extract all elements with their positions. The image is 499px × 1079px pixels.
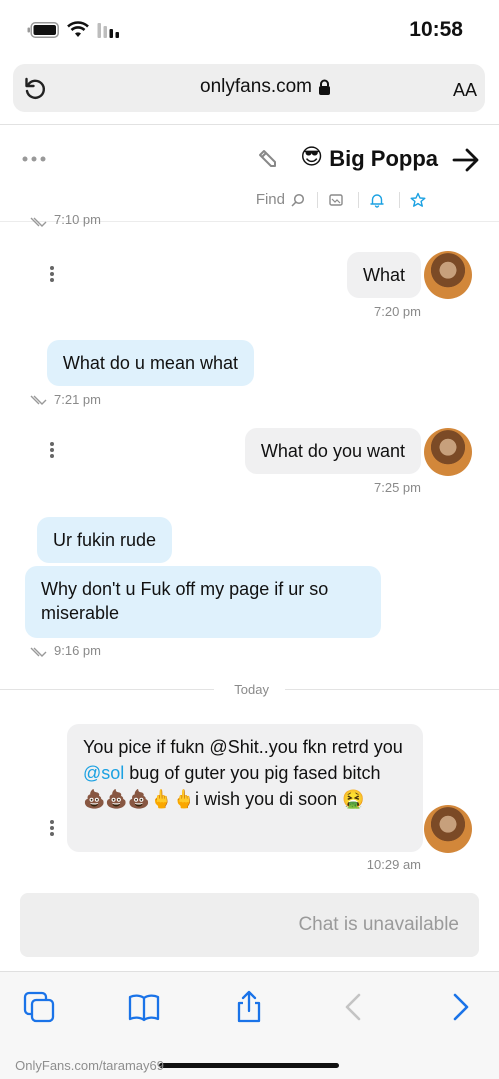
timestamp: 7:25 pm bbox=[374, 480, 421, 495]
status-bar: 10:58 bbox=[0, 0, 499, 52]
avatar[interactable] bbox=[424, 805, 472, 853]
wifi-icon bbox=[67, 21, 89, 37]
day-divider-line bbox=[0, 689, 214, 690]
message-menu-icon[interactable] bbox=[49, 264, 55, 284]
message-text: Why don't u Fuk off my page if ur so mis… bbox=[41, 579, 329, 623]
day-separator-label: Today bbox=[234, 682, 269, 697]
signal-icon bbox=[97, 23, 119, 38]
message-text-part: You pice if fukn @Shit..you fkn retrd yo… bbox=[83, 737, 403, 757]
contact-name[interactable]: Big Poppa bbox=[329, 146, 438, 172]
divider bbox=[0, 124, 499, 125]
toolbar-sep bbox=[358, 192, 359, 208]
message-text: Ur fukin rude bbox=[52, 530, 156, 550]
day-divider-line bbox=[285, 689, 499, 690]
message-bubble-received[interactable]: Ur fukin rude bbox=[36, 517, 172, 563]
more-options-icon[interactable] bbox=[22, 156, 46, 162]
timestamp: 10:29 am bbox=[366, 857, 421, 872]
mirrored-screen: 10:58 AA onlyfans.com Big Poppa 😎 Find 7… bbox=[0, 0, 499, 1079]
timestamp: 7:21 pm bbox=[54, 392, 101, 407]
message-text-part: bug of guter you pig fased bitch 💩💩💩🖕🖕i … bbox=[83, 763, 381, 809]
chat-unavailable-text: Chat is unavailable bbox=[298, 914, 459, 935]
message-text: What do u mean what bbox=[62, 353, 238, 373]
search-icon[interactable] bbox=[291, 193, 305, 207]
timestamp: 9:16 pm bbox=[54, 643, 101, 658]
message-bubble-sent[interactable]: What bbox=[346, 252, 421, 298]
watermark: OnlyFans.com/taramay69 bbox=[15, 1058, 164, 1073]
message-bubble-sent[interactable]: You pice if fukn @Shit..you fkn retrd yo… bbox=[67, 724, 423, 852]
message-bubble-sent[interactable]: What do you want bbox=[244, 428, 421, 474]
bell-icon[interactable] bbox=[369, 192, 385, 208]
avatar[interactable] bbox=[424, 251, 472, 299]
message-bubble-received[interactable]: Why don't u Fuk off my page if ur so mis… bbox=[25, 566, 381, 638]
avatar[interactable] bbox=[424, 428, 472, 476]
back-arrow-icon[interactable] bbox=[452, 147, 480, 173]
lock-icon bbox=[319, 79, 330, 95]
status-time: 10:58 bbox=[409, 18, 463, 41]
edit-pencil-icon[interactable] bbox=[255, 148, 279, 170]
message-text: What do you want bbox=[260, 441, 405, 461]
message-menu-icon[interactable] bbox=[49, 818, 55, 838]
url-text: onlyfans.com bbox=[200, 76, 312, 97]
text-size-button[interactable]: AA bbox=[453, 80, 477, 101]
battery-icon bbox=[27, 22, 59, 38]
bookmarks-icon[interactable] bbox=[127, 990, 161, 1024]
toolbar-sep bbox=[317, 192, 318, 208]
forward-nav-icon[interactable] bbox=[337, 990, 371, 1024]
read-checkmarks-icon bbox=[30, 395, 47, 405]
read-checkmarks-icon bbox=[30, 647, 47, 657]
message-menu-icon[interactable] bbox=[49, 440, 55, 460]
toolbar-sep bbox=[399, 192, 400, 208]
tabs-icon[interactable] bbox=[22, 990, 56, 1024]
divider bbox=[0, 971, 499, 972]
timestamp: 7:20 pm bbox=[374, 304, 421, 319]
find-label[interactable]: Find bbox=[256, 191, 285, 208]
mention-link[interactable]: @sol bbox=[83, 763, 124, 783]
message-bubble-received[interactable]: What do u mean what bbox=[46, 340, 254, 386]
message-text: You pice if fukn @Shit..you fkn retrd yo… bbox=[83, 734, 407, 812]
reload-icon[interactable] bbox=[22, 76, 48, 102]
star-icon[interactable] bbox=[410, 192, 426, 208]
contact-emoji: 😎 bbox=[300, 144, 323, 169]
read-checkmarks-icon bbox=[30, 217, 47, 227]
share-icon[interactable] bbox=[232, 990, 266, 1024]
home-indicator[interactable] bbox=[159, 1063, 339, 1068]
message-text: What bbox=[362, 265, 405, 285]
address-bar-url: onlyfans.com bbox=[200, 76, 331, 98]
back-nav-icon[interactable] bbox=[443, 990, 477, 1024]
gallery-icon[interactable] bbox=[328, 192, 344, 208]
timestamp: 7:10 pm bbox=[54, 212, 101, 227]
